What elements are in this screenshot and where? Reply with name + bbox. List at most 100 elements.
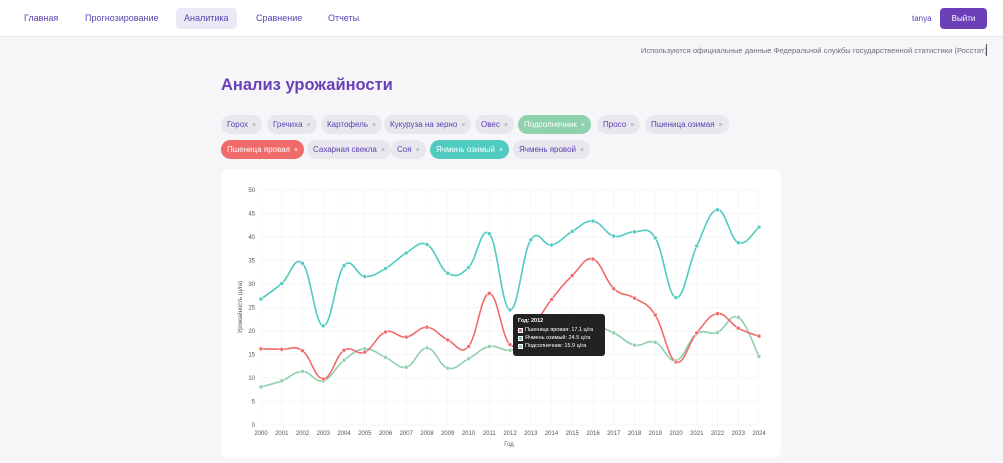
- nav-reports[interactable]: Отчеты: [320, 8, 367, 29]
- chip-pea[interactable]: Горох ×: [221, 115, 263, 134]
- series-spring-wheat-point[interactable]: [590, 256, 596, 262]
- series-winter-barley-point[interactable]: [756, 224, 762, 230]
- series-winter-barley-point[interactable]: [590, 218, 596, 224]
- chip-spring-wheat[interactable]: Пшеница яровая ×: [221, 140, 305, 159]
- series-spring-wheat-point[interactable]: [362, 349, 367, 355]
- chip-potato[interactable]: Картофель ×: [321, 115, 383, 134]
- series-sunflower-point[interactable]: [466, 356, 471, 361]
- series-winter-barley-point[interactable]: [362, 274, 367, 279]
- series-sunflower-point[interactable]: [300, 369, 305, 374]
- tooltip-row: Ячмень озимый: 24.5 ц/га: [518, 335, 600, 341]
- series-winter-barley-point[interactable]: [528, 237, 533, 243]
- series-winter-barley-point[interactable]: [694, 243, 699, 249]
- series-winter-barley-point[interactable]: [424, 242, 430, 247]
- series-winter-barley-point[interactable]: [279, 281, 284, 286]
- series-winter-barley-point[interactable]: [487, 231, 492, 236]
- series-winter-barley-point[interactable]: [321, 323, 326, 329]
- chip-remove-icon[interactable]: ×: [580, 147, 584, 154]
- series-winter-barley-point[interactable]: [653, 235, 658, 241]
- series-winter-barley-point[interactable]: [549, 242, 554, 248]
- series-spring-wheat-point[interactable]: [694, 330, 699, 336]
- series-winter-barley-point[interactable]: [632, 229, 637, 235]
- chip-remove-icon[interactable]: ×: [416, 147, 420, 154]
- series-spring-wheat-point[interactable]: [673, 359, 679, 365]
- nav-comparison[interactable]: Сравнение: [248, 8, 310, 29]
- nav-home[interactable]: Главная: [16, 8, 66, 29]
- series-winter-barley-point[interactable]: [341, 263, 347, 268]
- series-spring-wheat-point[interactable]: [300, 348, 305, 353]
- series-sunflower-point[interactable]: [611, 330, 616, 336]
- series-spring-wheat-point[interactable]: [404, 334, 409, 340]
- series-winter-barley-point[interactable]: [383, 266, 388, 271]
- nav-analytics[interactable]: Аналитика: [176, 8, 237, 29]
- series-sunflower-point[interactable]: [653, 340, 658, 345]
- chip-remove-icon[interactable]: ×: [294, 147, 298, 154]
- chip-millet[interactable]: Просо ×: [597, 115, 641, 134]
- chip-sugar-beet[interactable]: Сахарная свекла ×: [307, 140, 391, 159]
- chip-remove-icon[interactable]: ×: [581, 122, 585, 129]
- series-spring-wheat-point[interactable]: [756, 333, 762, 339]
- chip-remove-icon[interactable]: ×: [372, 122, 376, 129]
- series-spring-wheat-point[interactable]: [466, 344, 471, 349]
- series-spring-wheat-point[interactable]: [549, 297, 554, 302]
- chip-winter-barley[interactable]: Ячмень озимый ×: [430, 140, 510, 159]
- chip-remove-icon[interactable]: ×: [630, 122, 634, 129]
- series-winter-barley-point[interactable]: [258, 296, 264, 302]
- series-sunflower-point[interactable]: [383, 355, 388, 360]
- series-winter-barley-point[interactable]: [300, 261, 305, 266]
- series-winter-barley-point[interactable]: [570, 229, 575, 234]
- logout-button[interactable]: Выйти: [940, 8, 987, 29]
- chip-remove-icon[interactable]: ×: [499, 147, 503, 154]
- chip-remove-icon[interactable]: ×: [504, 122, 508, 129]
- series-spring-wheat-point[interactable]: [570, 273, 575, 278]
- series-winter-barley-point[interactable]: [507, 307, 513, 313]
- series-spring-wheat-point[interactable]: [383, 329, 388, 335]
- series-spring-wheat-point[interactable]: [258, 346, 264, 352]
- series-winter-barley-point[interactable]: [673, 295, 679, 300]
- series-sunflower-point[interactable]: [632, 342, 637, 348]
- series-sunflower-point[interactable]: [487, 344, 492, 349]
- chip-corn[interactable]: Кукуруза на зерно ×: [384, 115, 472, 134]
- series-sunflower-point[interactable]: [279, 378, 284, 384]
- series-spring-wheat-point[interactable]: [653, 312, 658, 318]
- series-sunflower-point[interactable]: [404, 364, 409, 370]
- series-winter-barley-point[interactable]: [404, 250, 409, 256]
- series-winter-barley-point[interactable]: [715, 207, 720, 212]
- series-spring-wheat-point[interactable]: [321, 376, 326, 382]
- series-spring-wheat-point[interactable]: [611, 286, 616, 291]
- chip-winter-wheat[interactable]: Пшеница озимая ×: [645, 115, 729, 134]
- chip-remove-icon[interactable]: ×: [461, 122, 465, 129]
- series-sunflower-point[interactable]: [507, 348, 513, 353]
- series-sunflower-point[interactable]: [736, 315, 741, 320]
- series-spring-wheat-point[interactable]: [507, 342, 513, 347]
- series-spring-wheat-point[interactable]: [341, 348, 347, 353]
- series-spring-wheat-point[interactable]: [445, 337, 450, 343]
- chip-soy[interactable]: Соя ×: [391, 140, 426, 159]
- series-winter-barley-point[interactable]: [445, 270, 450, 276]
- series-winter-barley-point[interactable]: [466, 265, 471, 270]
- chip-remove-icon[interactable]: ×: [307, 122, 311, 129]
- chip-sunflower[interactable]: Подсолнечник ×: [518, 115, 591, 134]
- series-winter-barley-point[interactable]: [736, 240, 741, 245]
- chip-remove-icon[interactable]: ×: [719, 122, 723, 129]
- series-sunflower-point[interactable]: [715, 330, 720, 335]
- series-spring-wheat-point[interactable]: [736, 325, 741, 331]
- series-sunflower-point[interactable]: [341, 357, 347, 363]
- series-sunflower-point[interactable]: [424, 345, 430, 351]
- series-spring-wheat-point[interactable]: [715, 311, 720, 316]
- series-spring-wheat-point[interactable]: [487, 291, 492, 296]
- series-sunflower-point[interactable]: [258, 384, 264, 390]
- series-spring-wheat-point[interactable]: [279, 347, 284, 352]
- series-sunflower-point[interactable]: [756, 354, 762, 359]
- series-winter-barley-point[interactable]: [611, 233, 616, 239]
- chip-remove-icon[interactable]: ×: [252, 122, 256, 129]
- series-spring-wheat-point[interactable]: [632, 295, 637, 301]
- series-sunflower-point[interactable]: [445, 365, 450, 371]
- chip-buckwheat[interactable]: Гречиха ×: [267, 115, 317, 134]
- series-spring-wheat-point[interactable]: [424, 324, 430, 330]
- nav-forecasting[interactable]: Прогнозирование: [77, 8, 167, 29]
- chip-spring-barley[interactable]: Ячмень яровой ×: [513, 140, 591, 159]
- chip-oats[interactable]: Овес ×: [475, 115, 514, 134]
- x-tick-label: 2016: [586, 431, 600, 437]
- chip-remove-icon[interactable]: ×: [381, 147, 385, 154]
